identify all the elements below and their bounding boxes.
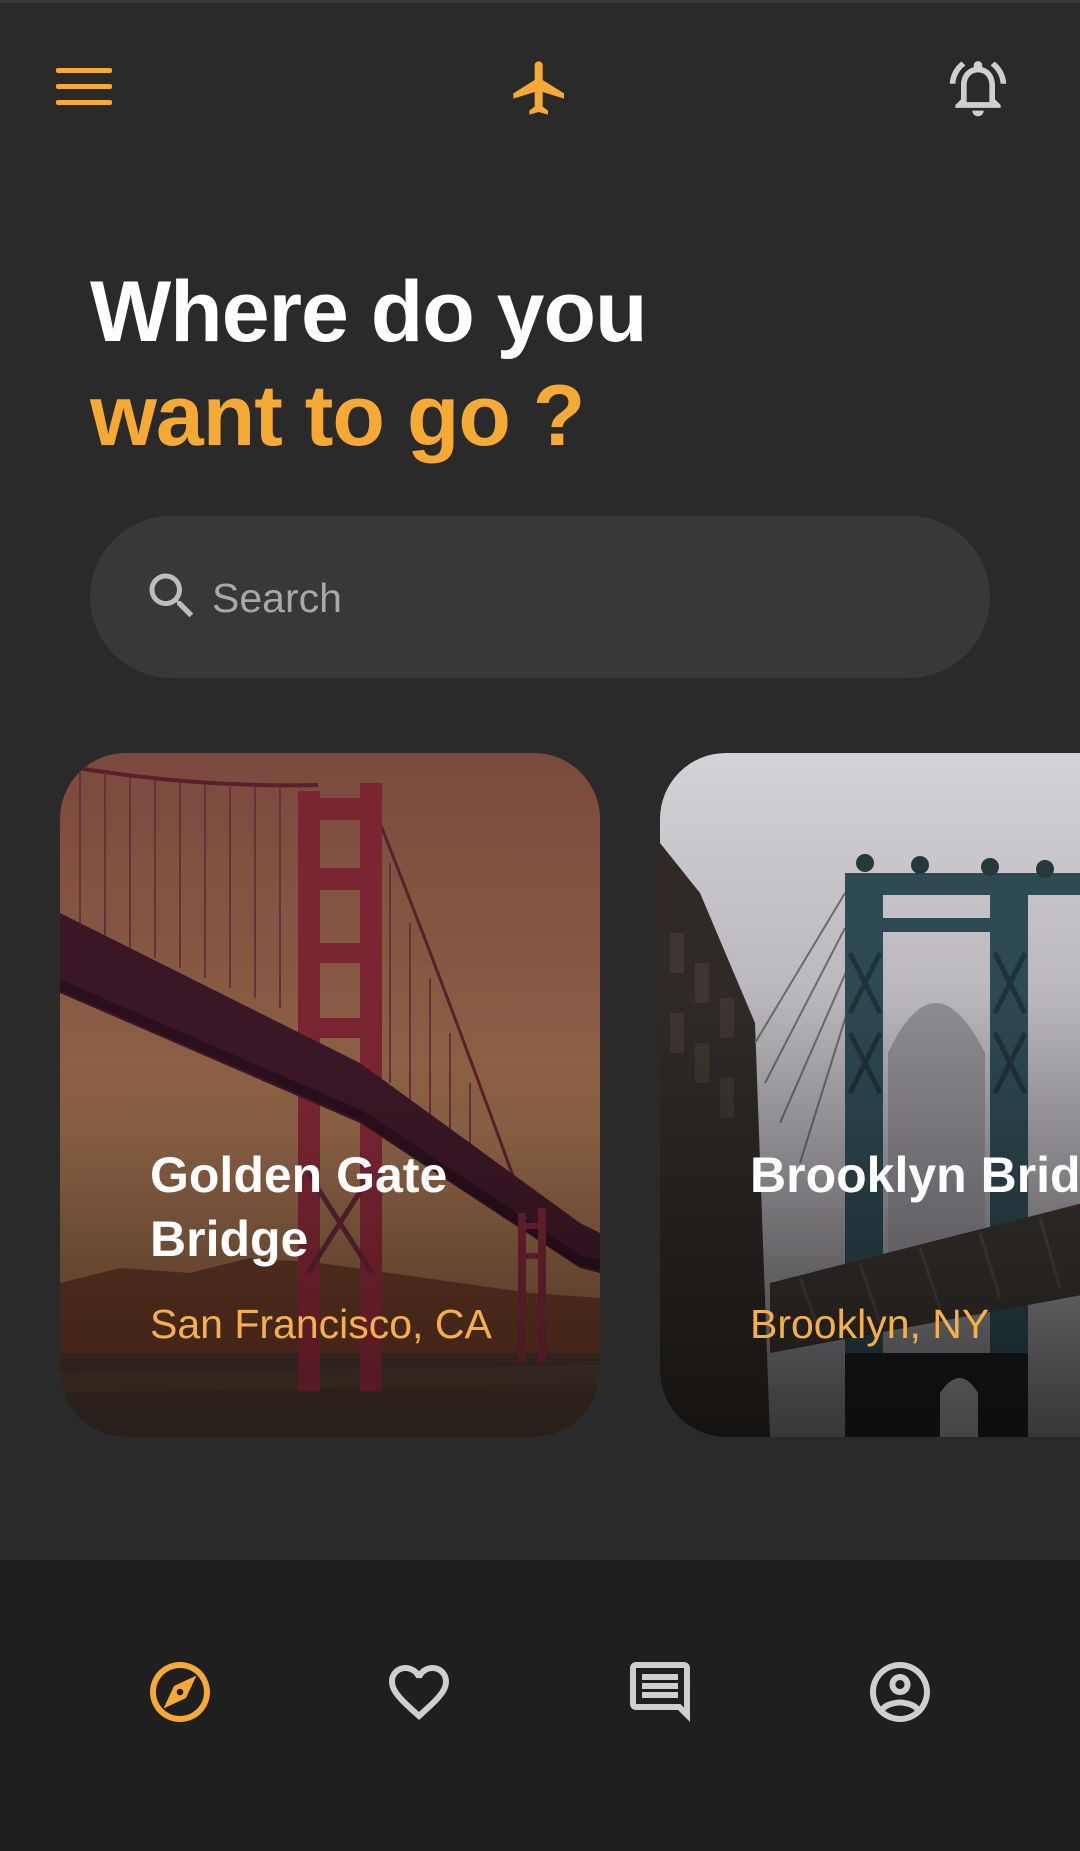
destination-card-golden-gate[interactable]: Golden Gate Bridge San Francisco, CA — [60, 753, 600, 1437]
destination-location: San Francisco, CA — [150, 1301, 492, 1347]
destination-title: Brooklyn Bridge — [750, 1147, 1080, 1203]
message-icon[interactable] — [624, 1656, 696, 1728]
compass-icon[interactable] — [144, 1656, 216, 1728]
top-bar — [0, 0, 1080, 180]
bottom-navigation — [0, 1560, 1080, 1851]
app-screen: Where do you want to go ? Search Golden … — [0, 0, 1080, 1851]
bell-icon[interactable] — [944, 54, 1012, 122]
page-heading: Where do you want to go ? — [90, 260, 990, 468]
airplane-icon — [513, 61, 564, 115]
search-bar[interactable] — [90, 516, 990, 678]
heading-line-2: want to go ? — [90, 368, 585, 464]
hamburger-menu-icon[interactable] — [56, 66, 112, 108]
destination-card-brooklyn[interactable]: Brooklyn Bridge Brooklyn, NY — [660, 753, 1080, 1437]
destination-location: Brooklyn, NY — [750, 1301, 990, 1347]
heading-line-1: Where do you — [90, 264, 648, 360]
heart-icon[interactable] — [383, 1656, 455, 1728]
search-icon — [149, 573, 194, 618]
destination-title: Golden Gate Bridge — [150, 1147, 448, 1267]
account-circle-icon[interactable] — [864, 1656, 936, 1728]
search-input[interactable] — [210, 552, 914, 644]
